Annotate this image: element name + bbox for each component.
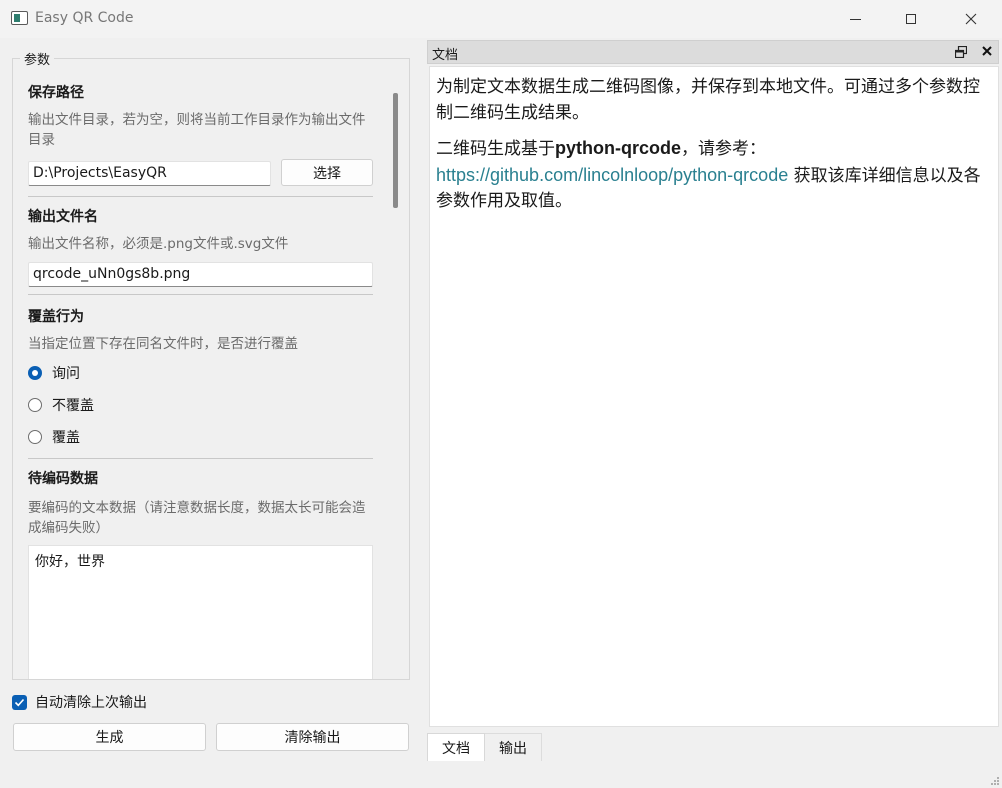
overwrite-title: 覆盖行为 bbox=[28, 309, 84, 325]
minimize-button[interactable] bbox=[832, 4, 878, 34]
auto-clear-label: 自动清除上次输出 bbox=[35, 695, 147, 711]
radio-indicator bbox=[28, 366, 42, 380]
resize-grip-icon[interactable] bbox=[990, 776, 1000, 786]
maximize-button[interactable] bbox=[888, 4, 934, 34]
output-name-input[interactable]: qrcode_uNn0gs8b.png bbox=[28, 262, 373, 287]
dock-title: 文档 bbox=[432, 48, 459, 63]
choose-dir-button[interactable]: 选择 bbox=[281, 159, 373, 186]
tab-docs[interactable]: 文档 bbox=[427, 733, 485, 761]
save-path-desc: 输出文件目录，若为空，则将当前工作目录作为输出文件目录 bbox=[28, 112, 366, 148]
separator bbox=[28, 196, 373, 197]
radio-indicator bbox=[28, 430, 42, 444]
params-group-title: 参数 bbox=[20, 49, 55, 68]
tab-output[interactable]: 输出 bbox=[485, 733, 542, 761]
radio-overwrite[interactable]: 覆盖 bbox=[28, 427, 80, 447]
separator bbox=[28, 294, 373, 295]
separator bbox=[28, 458, 373, 459]
radio-ask[interactable]: 询问 bbox=[28, 363, 80, 383]
doc-paragraph: 为制定文本数据生成二维码图像，并保存到本地文件。可通过多个参数控制二维码生成结果… bbox=[436, 77, 980, 123]
data-title: 待编码数据 bbox=[28, 471, 98, 487]
doc-link[interactable]: https://github.com/lincolnloop/python-qr… bbox=[436, 165, 788, 185]
doc-library-name: python-qrcode bbox=[555, 138, 681, 158]
radio-label: 询问 bbox=[52, 366, 80, 382]
doc-text: 二维码生成基于 bbox=[436, 139, 555, 159]
generate-button[interactable]: 生成 bbox=[13, 723, 206, 751]
maximize-icon bbox=[906, 14, 916, 24]
overwrite-desc: 当指定位置下存在同名文件时，是否进行覆盖 bbox=[28, 336, 298, 352]
output-name-desc: 输出文件名称，必须是.png文件或.svg文件 bbox=[28, 236, 289, 252]
radio-label: 不覆盖 bbox=[52, 398, 94, 414]
dock-title-bar[interactable]: 文档 bbox=[427, 40, 999, 64]
doc-paragraph: 二维码生成基于python-qrcode，请参考： https://github… bbox=[436, 136, 992, 215]
doc-view: 为制定文本数据生成二维码图像，并保存到本地文件。可通过多个参数控制二维码生成结果… bbox=[429, 66, 999, 727]
checkbox-indicator bbox=[12, 694, 27, 710]
radio-no-overwrite[interactable]: 不覆盖 bbox=[28, 395, 94, 415]
radio-indicator bbox=[28, 398, 42, 412]
float-icon[interactable] bbox=[955, 46, 967, 58]
save-path-title: 保存路径 bbox=[28, 85, 84, 101]
app-icon bbox=[11, 11, 28, 25]
minimize-icon bbox=[849, 18, 861, 20]
window-title: Easy QR Code bbox=[35, 10, 134, 26]
close-icon[interactable] bbox=[981, 45, 993, 57]
radio-label: 覆盖 bbox=[52, 430, 80, 446]
params-scroll-area[interactable]: 保存路径 输出文件目录，若为空，则将当前工作目录作为输出文件目录 D:\Proj… bbox=[14, 72, 385, 679]
auto-clear-checkbox[interactable]: 自动清除上次输出 bbox=[12, 692, 147, 712]
close-icon bbox=[965, 13, 977, 25]
data-textarea[interactable]: 你好，世界 bbox=[28, 545, 373, 679]
params-scrollbar[interactable] bbox=[393, 93, 398, 208]
save-path-input[interactable]: D:\Projects\EasyQR bbox=[28, 161, 271, 186]
doc-text: ，请参考： bbox=[681, 139, 766, 159]
output-name-title: 输出文件名 bbox=[28, 209, 98, 225]
clear-output-button[interactable]: 清除输出 bbox=[216, 723, 409, 751]
title-bar: Easy QR Code bbox=[0, 0, 1002, 38]
close-window-button[interactable] bbox=[948, 4, 994, 34]
data-desc: 要编码的文本数据（请注意数据长度，数据太长可能会造成编码失败） bbox=[28, 500, 366, 536]
check-icon bbox=[14, 698, 25, 706]
dock-tabbar: 文档 输出 bbox=[427, 733, 542, 761]
